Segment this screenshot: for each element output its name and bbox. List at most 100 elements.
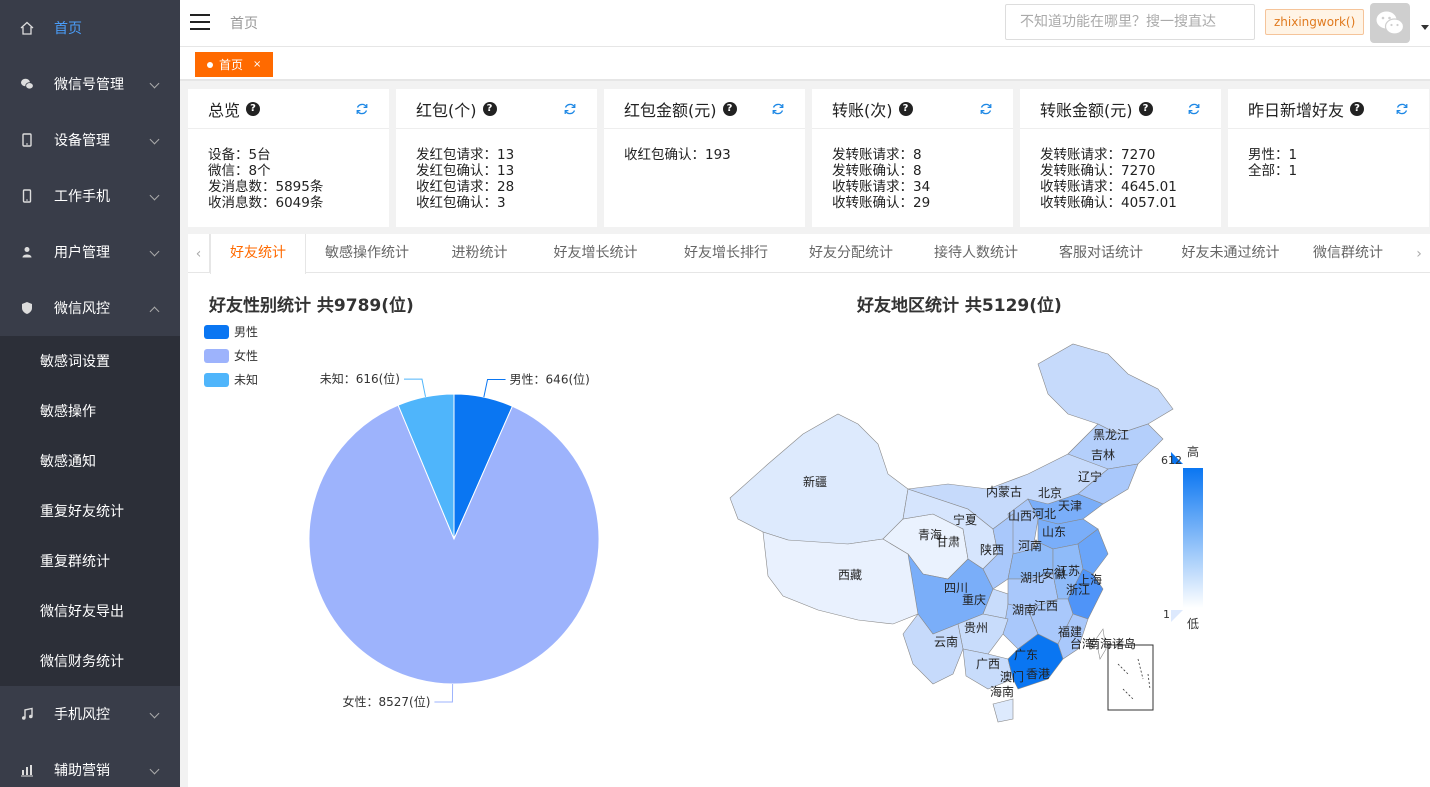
sidebar-item-marketing[interactable]: 辅助营销 [0, 742, 180, 787]
help-icon[interactable]: ? [898, 101, 913, 116]
map-region-label: 广西 [976, 657, 1000, 671]
refresh-icon[interactable] [563, 102, 577, 116]
help-icon[interactable]: ? [722, 101, 737, 116]
map-region-label: 江苏 [1056, 564, 1080, 578]
stat-line: 收转账确认：4057.01 [1040, 195, 1177, 211]
stat-line: 收红包确认：193 [624, 147, 731, 163]
map-region-label: 江西 [1034, 599, 1058, 613]
close-icon[interactable]: × [253, 59, 261, 70]
stat-card-transfer-count: 转账(次) ? 发转账请求：8 发转账确认：8 收转账请求：34 收转账确认：29 [812, 89, 1013, 227]
chevron-down-icon [149, 246, 160, 257]
map-region-label: 辽宁 [1078, 469, 1102, 484]
stat-card-title: 总览 [208, 100, 241, 120]
stat-card-title: 转账金额(元) [1040, 100, 1133, 120]
region-map-chart: 新疆西藏青海甘肃宁夏内蒙古黑龙江吉林辽宁北京天津河北山西山东陕西 河南四川重庆湖北… [729, 343, 1203, 723]
search-input[interactable] [1005, 4, 1255, 40]
help-icon[interactable]: ? [246, 101, 261, 116]
menu-toggle-icon[interactable] [190, 14, 210, 30]
stat-line: 收转账请求：4645.01 [1040, 179, 1177, 195]
stat-line: 发转账确认：8 [832, 163, 922, 179]
stat-card-red-packet-count: 红包(个) ? 发红包请求：13 发红包确认：13 收红包请求：28 收红包确认：3 [396, 89, 597, 227]
map-region-label: 海南 [990, 684, 1014, 699]
sidebar-item-wechat-risk[interactable]: 微信风控 [0, 280, 180, 336]
sidebar-subitem-friend-export[interactable]: 微信好友导出 [0, 586, 180, 636]
stat-line: 发转账请求：7270 [1040, 147, 1156, 163]
map-region-label: 北京 [1038, 486, 1062, 500]
chevron-left-icon[interactable]: ‹ [188, 234, 210, 273]
page-tab-label: 首页 [219, 58, 244, 72]
sidebar-item-home[interactable]: 首页 [0, 0, 180, 56]
sidebar-item-wechat-accounts[interactable]: 微信号管理 [0, 56, 180, 112]
stat-card-header: 红包金额(元) ? [604, 89, 805, 129]
tab-stat-3[interactable]: 好友增长统计 [529, 234, 662, 273]
refresh-icon[interactable] [1187, 102, 1201, 116]
username-badge[interactable]: zhixingwork() [1265, 9, 1365, 35]
chevron-down-icon [149, 764, 160, 775]
stat-card-new-friends-yesterday: 昨日新增好友 ? 男性：1 全部：1 [1228, 89, 1429, 227]
sidebar-item-label: 用户管理 [54, 245, 110, 261]
pie-data-label: 女性：8527(位) [343, 694, 431, 709]
page-tab-home[interactable]: 首页 × [195, 52, 274, 77]
tab-stat-0[interactable]: 好友统计 [210, 234, 306, 274]
map-region-label: 天津 [1058, 499, 1082, 513]
map-region-label: 浙江 [1066, 583, 1090, 597]
sidebar-item-label: 工作手机 [54, 189, 110, 205]
stat-card-header: 红包(个) ? [396, 89, 597, 129]
stat-card-title: 昨日新增好友 [1248, 100, 1345, 120]
sidebar-subitem-duplicate-friends[interactable]: 重复好友统计 [0, 486, 180, 536]
help-icon[interactable]: ? [1138, 101, 1153, 116]
stat-line: 设备：5台 [208, 147, 271, 163]
sidebar-item-label: 微信号管理 [54, 77, 124, 93]
refresh-icon[interactable] [771, 102, 785, 116]
stat-line: 全部：1 [1248, 163, 1298, 179]
sidebar-item-label: 设备管理 [54, 133, 110, 149]
tab-stat-6[interactable]: 接待人数统计 [914, 234, 1038, 273]
refresh-icon[interactable] [1395, 102, 1409, 116]
chevron-right-icon[interactable]: › [1408, 234, 1430, 273]
music-icon [20, 707, 34, 721]
help-icon[interactable]: ? [1350, 101, 1365, 116]
visual-map-low-text: 低 [1187, 617, 1199, 631]
tab-stat-4[interactable]: 好友增长排行 [664, 234, 788, 273]
avatar[interactable] [1370, 3, 1410, 43]
stat-card-overview: 总览 ? 设备：5台 微信：8个 发消息数：5895条 收消息数：6049条 [188, 89, 389, 227]
region-chart-title: 好友地区统计 共5129(位) [857, 296, 1062, 316]
sidebar-item-phone-risk[interactable]: 手机风控 [0, 686, 180, 742]
refresh-icon[interactable] [979, 102, 993, 116]
map-region-label: 宁夏 [953, 512, 977, 527]
visual-map-bar [1183, 468, 1203, 608]
stat-card-body: 收红包确认：193 [604, 129, 805, 163]
sidebar-item-devices[interactable]: 设备管理 [0, 112, 180, 168]
tab-stat-5[interactable]: 好友分配统计 [789, 234, 913, 273]
sidebar-subitem-finance-stats[interactable]: 微信财务统计 [0, 636, 180, 686]
shield-icon [20, 301, 34, 315]
map-region-label: 吉林 [1091, 448, 1115, 462]
sidebar-subitem-sensitive-operations[interactable]: 敏感操作 [0, 386, 180, 436]
sidebar-subitem-sensitive-notifications[interactable]: 敏感通知 [0, 436, 180, 486]
tab-stat-1[interactable]: 敏感操作统计 [308, 234, 426, 273]
map-region-label: 湖北 [1020, 570, 1044, 585]
tab-stat-9[interactable]: 微信群统计 [1299, 234, 1397, 273]
sidebar-item-label: 辅助营销 [54, 763, 110, 779]
sidebar-item-work-phone[interactable]: 工作手机 [0, 168, 180, 224]
tab-stat-7[interactable]: 客服对话统计 [1039, 234, 1163, 273]
tab-stat-8[interactable]: 好友未通过统计 [1164, 234, 1297, 273]
tab-stat-2[interactable]: 进粉统计 [432, 234, 527, 273]
south-sea-inset [1107, 644, 1154, 711]
refresh-icon[interactable] [355, 102, 369, 116]
caret-down-icon[interactable] [1421, 25, 1429, 30]
map-region-label: 澳门 [1000, 669, 1024, 684]
help-icon[interactable]: ? [482, 101, 497, 116]
stat-card-title: 红包金额(元) [624, 100, 717, 120]
gender-chart-title: 好友性别统计 共9789(位) [209, 296, 414, 316]
map-region-label: 河北 [1032, 507, 1056, 521]
chevron-down-icon [149, 708, 160, 719]
map-region-label: 广东 [1014, 648, 1038, 662]
breadcrumb[interactable]: 首页 [230, 13, 258, 33]
stat-line: 收红包请求：28 [416, 179, 515, 195]
stat-card-title: 转账(次) [832, 100, 893, 120]
sidebar-subitem-sensitive-words[interactable]: 敏感词设置 [0, 336, 180, 386]
sidebar-item-users[interactable]: 用户管理 [0, 224, 180, 280]
sidebar-subitem-duplicate-groups[interactable]: 重复群统计 [0, 536, 180, 586]
map-region-label: 湖南 [1012, 602, 1036, 617]
